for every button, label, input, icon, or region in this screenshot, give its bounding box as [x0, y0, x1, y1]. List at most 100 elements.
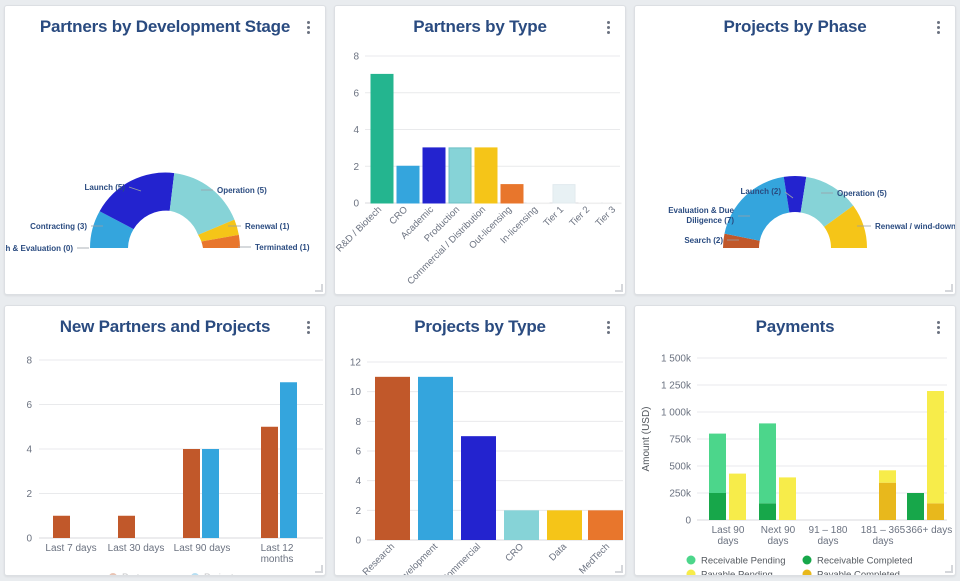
gauge-label-search-evaluation: Search & Evaluation (0): [5, 244, 73, 253]
svg-text:Tier 3: Tier 3: [593, 204, 618, 229]
bar-commercial[interactable]: [461, 436, 496, 540]
card-partners-by-type: Partners by Type 8 6 4 2 0 R&D / Biotech…: [334, 5, 626, 295]
legend: Partners Projects: [109, 572, 239, 576]
bar-medtech[interactable]: [588, 510, 623, 540]
bar-in-licensing[interactable]: [526, 202, 550, 205]
page-title: Partners by Type: [413, 17, 547, 36]
bar-production[interactable]: [448, 147, 472, 204]
bar-181-365-payable-completed[interactable]: [879, 482, 896, 520]
bar-out-licensing[interactable]: [500, 184, 524, 204]
bar-tier-3[interactable]: [602, 202, 622, 205]
svg-text:Development: Development: [393, 541, 441, 576]
gauge-label-contracting: Contracting (3): [30, 222, 87, 231]
kebab-menu-icon[interactable]: [931, 18, 945, 36]
bars: [53, 382, 297, 538]
bar-data[interactable]: [547, 510, 582, 540]
bar-last-12-months-partners[interactable]: [261, 426, 278, 538]
svg-text:8: 8: [26, 356, 32, 367]
card-projects-by-phase: Projects by Phase Search (2) Evaluation …: [634, 5, 956, 295]
bars: [375, 376, 623, 540]
svg-text:CRO: CRO: [387, 204, 410, 227]
resize-handle[interactable]: [945, 284, 953, 292]
gauge-label-operation: Operation (5): [217, 186, 267, 195]
bar-last-90-payable-pending[interactable]: [729, 473, 746, 520]
svg-text:1 500k: 1 500k: [661, 354, 692, 365]
legend-label-payable-completed: Payable Completed: [817, 570, 900, 577]
resize-handle[interactable]: [315, 565, 323, 573]
resize-handle[interactable]: [945, 565, 953, 573]
kebab-menu-icon[interactable]: [301, 18, 315, 36]
bar-last-90-receivable-completed[interactable]: [709, 493, 726, 520]
bar-rd-biotech[interactable]: [370, 73, 394, 204]
svg-text:750k: 750k: [669, 435, 692, 446]
gauge-label-launch: Launch (2): [741, 187, 782, 196]
card-payments: Payments 1 500k 1 250k 1 000k 750k 500k …: [634, 305, 956, 576]
bar-cro[interactable]: [396, 165, 420, 204]
bar-last-30-days-partners[interactable]: [118, 515, 135, 538]
bar-366-payable-pending[interactable]: [927, 391, 944, 504]
bar-next-90-receivable-completed[interactable]: [759, 503, 776, 520]
page-title: Payments: [755, 317, 835, 336]
bar-research[interactable]: [375, 376, 410, 540]
card-header: Partners by Development Stage: [5, 6, 325, 48]
chart-projects-by-type: 12 10 8 6 4 2 0 Research Development Com…: [335, 348, 625, 576]
svg-text:0: 0: [355, 536, 361, 547]
svg-text:6: 6: [26, 400, 32, 411]
card-header: Projects by Phase: [635, 6, 955, 48]
legend: Receivable Pending Payable Pending Recei…: [686, 555, 913, 577]
bar-last-90-days-partners[interactable]: [183, 449, 200, 538]
svg-text:Partners: Partners: [122, 572, 158, 576]
svg-text:2: 2: [353, 162, 359, 173]
bar-next-90-receivable-pending[interactable]: [759, 423, 776, 504]
bar-tier-1[interactable]: [552, 184, 576, 204]
svg-text:4: 4: [353, 125, 359, 136]
svg-text:0: 0: [26, 534, 32, 545]
svg-text:Tier 2: Tier 2: [567, 204, 592, 229]
x-axis-ticks: Last 90 days Next 90 days 91 – 180 days …: [712, 525, 953, 547]
svg-text:Last 90 days: Last 90 days: [174, 543, 231, 554]
bar-366-payable-completed[interactable]: [927, 503, 944, 520]
svg-text:0: 0: [685, 516, 691, 527]
svg-text:10: 10: [350, 387, 362, 398]
bar-181-365-payable-pending[interactable]: [879, 470, 896, 483]
page-title: New Partners and Projects: [59, 317, 271, 336]
bar-next-90-payable-pending[interactable]: [779, 477, 796, 520]
legend-swatch-partners: [109, 573, 117, 575]
gauge-label-launch: Launch (5): [85, 183, 126, 192]
gauge-label-renewal: Renewal (1): [245, 222, 290, 231]
kebab-menu-icon[interactable]: [601, 18, 615, 36]
gauge-label-operation: Operation (5): [837, 189, 887, 198]
bar-development[interactable]: [418, 376, 453, 540]
gauge-label-evaluation-due-diligence-line1: Evaluation & Due: [668, 206, 734, 215]
xtick-last-12-months-line2: months: [261, 554, 294, 565]
bar-last-7-days-partners[interactable]: [53, 515, 70, 538]
bar-cro[interactable]: [504, 510, 539, 540]
dashboard-grid: Partners by Development Stage h & Evalua…: [0, 0, 960, 581]
resize-handle[interactable]: [615, 284, 623, 292]
kebab-menu-icon[interactable]: [301, 318, 315, 336]
resize-handle[interactable]: [615, 565, 623, 573]
card-header: Projects by Type: [335, 306, 625, 348]
gauge-label-search: Search (2): [684, 236, 723, 245]
y-axis-ticks: 1 500k 1 250k 1 000k 750k 500k 250k 0: [661, 354, 692, 527]
svg-text:2: 2: [355, 506, 361, 517]
bar-last-12-months-projects[interactable]: [280, 382, 297, 538]
kebab-menu-icon[interactable]: [601, 318, 615, 336]
bar-last-90-receivable-pending[interactable]: [709, 433, 726, 493]
legend-swatch-receivable-pending: [686, 555, 696, 565]
chart-projects-by-phase: Search (2) Evaluation & Due Diligence (7…: [635, 48, 955, 294]
bar-tier-2[interactable]: [578, 202, 602, 205]
bar-last-90-days-projects[interactable]: [202, 449, 219, 538]
svg-text:500k: 500k: [669, 462, 692, 473]
bar-academic[interactable]: [422, 147, 446, 204]
card-header: New Partners and Projects: [5, 306, 325, 348]
xtick-next-90-line1: Next 90: [761, 525, 796, 536]
svg-text:Data: Data: [547, 541, 569, 563]
bar-366-receivable-completed[interactable]: [907, 493, 924, 520]
kebab-menu-icon[interactable]: [931, 318, 945, 336]
svg-text:12: 12: [350, 358, 362, 369]
bar-commercial-distribution[interactable]: [474, 147, 498, 204]
chart-partners-by-type: 8 6 4 2 0 R&D / Biotech CRO Academic Pro…: [335, 48, 625, 294]
xtick-last-90-line1: Last 90: [712, 525, 745, 536]
resize-handle[interactable]: [315, 284, 323, 292]
